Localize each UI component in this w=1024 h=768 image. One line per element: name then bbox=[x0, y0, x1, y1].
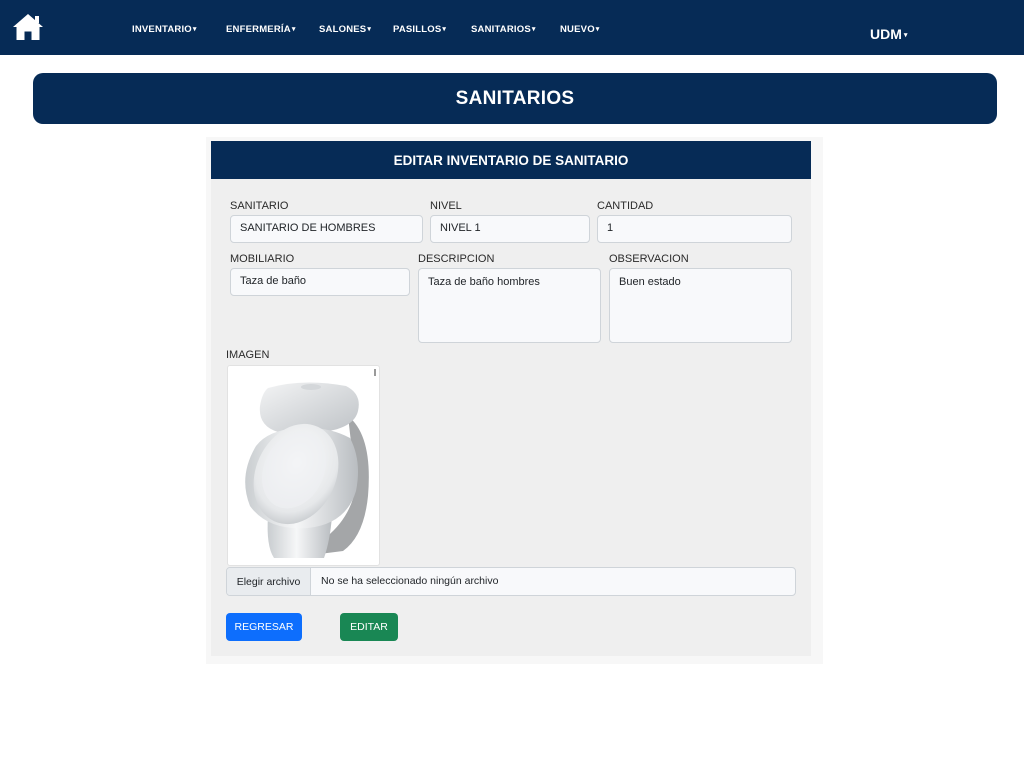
descripcion-label: DESCRIPCION bbox=[418, 253, 495, 265]
chevron-down-icon: ▾ bbox=[291, 26, 296, 33]
page-banner: SANITARIOS bbox=[33, 73, 997, 124]
chevron-down-icon: ▾ bbox=[903, 32, 908, 39]
observacion-textarea[interactable]: Buen estado bbox=[609, 268, 792, 343]
nav-item-inventario[interactable]: INVENTARIO▾ bbox=[132, 24, 197, 35]
edit-button[interactable]: EDITAR bbox=[340, 613, 398, 641]
file-status-text: No se ha seleccionado ningún archivo bbox=[321, 575, 499, 587]
page-title: SANITARIOS bbox=[455, 87, 575, 109]
chevron-down-icon: ▾ bbox=[192, 26, 197, 33]
sanitario-field[interactable]: SANITARIO DE HOMBRES bbox=[230, 215, 423, 243]
observacion-label: OBSERVACION bbox=[609, 253, 689, 265]
mobiliario-label: MOBILIARIO bbox=[230, 253, 295, 265]
nav-item-sanitarios[interactable]: SANITARIOS▾ bbox=[471, 24, 536, 35]
user-menu[interactable]: UDM ▾ bbox=[870, 26, 907, 42]
chevron-down-icon: ▾ bbox=[442, 26, 447, 33]
chevron-down-icon: ▾ bbox=[595, 26, 600, 33]
nivel-label: NIVEL bbox=[430, 200, 462, 212]
toilet-image bbox=[227, 365, 380, 566]
mobiliario-field[interactable]: Taza de baño bbox=[230, 268, 410, 296]
top-navbar: INVENTARIO▾ ENFERMERÍA▾ SALONES▾ PASILLO… bbox=[0, 0, 1024, 55]
form-title: EDITAR INVENTARIO DE SANITARIO bbox=[393, 152, 629, 168]
nav-item-nuevo[interactable]: NUEVO▾ bbox=[560, 24, 600, 35]
image-scrollbar bbox=[374, 369, 376, 376]
form-header: EDITAR INVENTARIO DE SANITARIO bbox=[211, 141, 811, 179]
sanitario-label: SANITARIO bbox=[230, 200, 289, 212]
descripcion-textarea[interactable]: Taza de baño hombres bbox=[418, 268, 601, 343]
chevron-down-icon: ▾ bbox=[367, 26, 372, 33]
nav-item-salones[interactable]: SALONES▾ bbox=[319, 24, 371, 35]
nav-item-pasillos[interactable]: PASILLOS▾ bbox=[393, 24, 446, 35]
nav-item-enfermeria[interactable]: ENFERMERÍA▾ bbox=[226, 24, 296, 35]
home-icon[interactable] bbox=[12, 13, 44, 41]
back-button[interactable]: REGRESAR bbox=[226, 613, 302, 641]
cantidad-label: CANTIDAD bbox=[597, 200, 654, 212]
chevron-down-icon: ▾ bbox=[531, 26, 536, 33]
choose-file-button[interactable]: Elegir archivo bbox=[227, 568, 311, 595]
nivel-field[interactable]: NIVEL 1 bbox=[430, 215, 590, 243]
cantidad-field[interactable]: 1 bbox=[597, 215, 792, 243]
imagen-label: IMAGEN bbox=[226, 349, 270, 361]
toilet-illustration bbox=[245, 382, 369, 558]
image-file-input[interactable]: Elegir archivo No se ha seleccionado nin… bbox=[226, 567, 796, 596]
